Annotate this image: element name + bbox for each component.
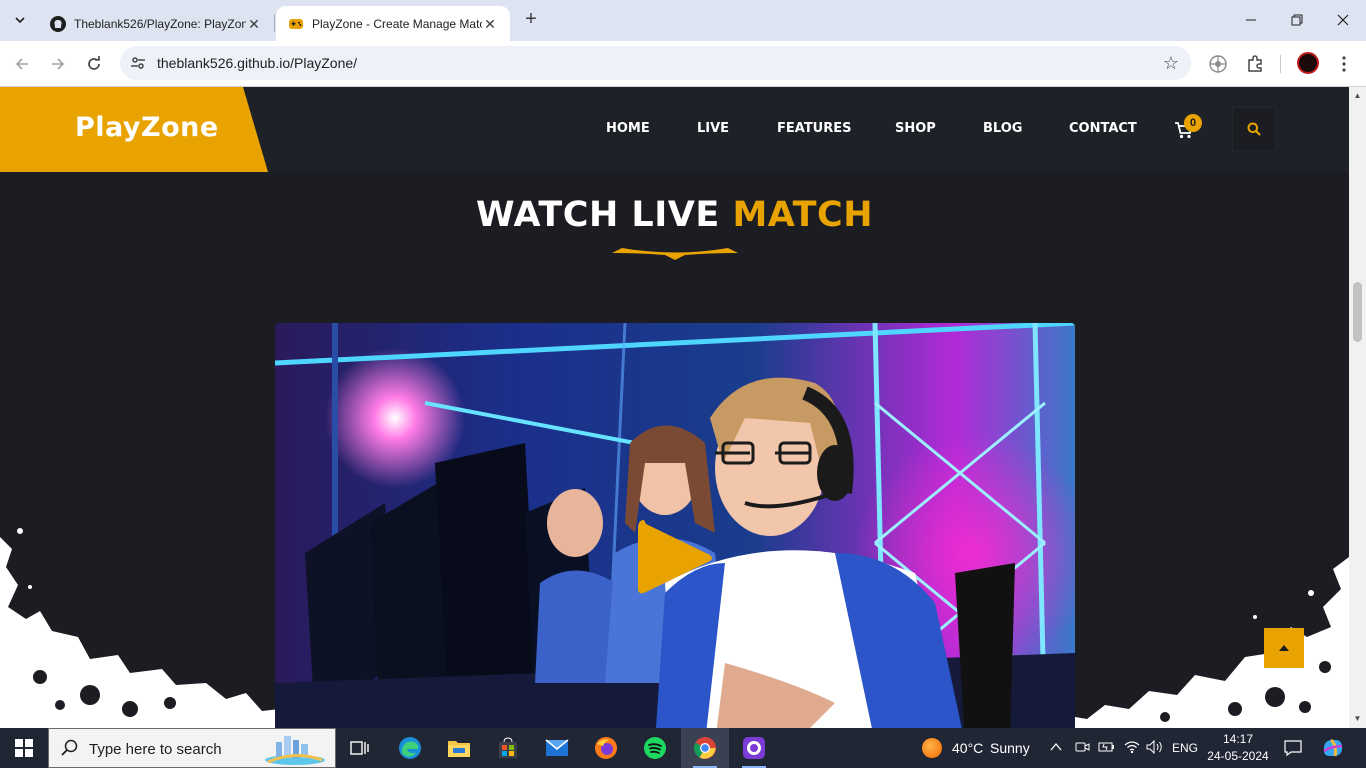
chrome-icon [694,737,716,759]
reload-icon [88,56,100,70]
tab-github-repo[interactable]: Theblank526/PlayZone: PlayZone ✕ [38,6,274,41]
folder-icon [448,741,470,757]
scroll-up-arrow-icon[interactable]: ▲ [1353,91,1362,100]
bookmark-star-icon[interactable]: ☆ [1163,53,1179,74]
edge-icon [399,737,421,759]
close-tab-icon[interactable]: ✕ [246,16,262,32]
firefox-icon [595,737,617,759]
arrow-left-icon [15,58,28,70]
paint-splatter-left [0,528,280,728]
close-window-button[interactable] [1320,6,1366,34]
scroll-down-arrow-icon[interactable]: ▼ [1353,714,1362,723]
task-view-icon [350,741,369,755]
extension-icon[interactable] [1206,52,1230,76]
back-button[interactable] [9,51,35,77]
nav-shop[interactable]: SHOP [895,121,936,136]
cart-count-badge: 0 [1184,114,1202,132]
address-bar[interactable]: theblank526.github.io/PlayZone/ ☆ [120,46,1191,80]
close-tab-icon[interactable]: ✕ [482,16,498,32]
tab-title: PlayZone - Create Manage Match [312,16,482,31]
taskbar-chrome[interactable] [681,728,729,768]
minimize-icon [1246,19,1256,21]
tab-search-button[interactable] [8,8,32,32]
search-icon [61,739,78,756]
page-viewport: PlayZone HOME LIVE FEATURES SHOP BLOG CO… [0,87,1349,728]
new-tab-button[interactable]: + [520,9,542,31]
search-icon [1247,122,1261,136]
browser-toolbar: theblank526.github.io/PlayZone/ ☆ [0,41,1366,87]
taskbar-firefox[interactable] [582,728,630,768]
caret-up-icon [1279,645,1289,651]
spotify-icon [644,737,666,759]
section-title: WATCH LIVE MATCH [0,195,1349,235]
show-hidden-icons-chevron-icon[interactable] [1050,742,1062,752]
clock-time: 14:17 [1222,732,1254,746]
tab-playzone[interactable]: PlayZone - Create Manage Match ✕ [276,6,510,41]
weather-condition[interactable]: Sunny [990,740,1030,756]
nav-features[interactable]: FEATURES [777,121,852,136]
taskbar-store[interactable] [484,728,532,768]
site-header: PlayZone HOME LIVE FEATURES SHOP BLOG CO… [0,87,1349,172]
clock-date: 24-05-2024 [1207,749,1269,763]
section-title-main: WATCH LIVE [475,195,720,235]
github-desktop-icon [743,737,765,759]
tab-title: Theblank526/PlayZone: PlayZone [74,16,246,31]
site-logo[interactable]: PlayZone [75,112,219,143]
scroll-to-top-button[interactable] [1264,628,1304,668]
wifi-icon[interactable] [1124,740,1140,754]
scrollbar-thumb[interactable] [1353,282,1362,342]
task-view-button[interactable] [336,728,384,768]
paint-splatter-right [1075,557,1349,728]
toolbar-divider [1280,55,1281,73]
start-button[interactable] [0,728,48,768]
close-icon [1337,14,1349,26]
chevron-down-icon [15,17,25,24]
url-text: theblank526.github.io/PlayZone/ [157,55,358,71]
play-icon[interactable] [636,514,716,602]
more-menu-icon[interactable] [1332,52,1356,76]
windows-logo-icon [15,739,33,757]
taskbar-file-explorer[interactable] [435,728,483,768]
copilot-icon[interactable] [1321,737,1345,759]
windows-taskbar: Type here to search 40°C Sunny ENG 14:17… [0,728,1366,768]
gamepad-icon [288,16,304,32]
taskbar-spotify[interactable] [631,728,679,768]
browser-tab-strip: Theblank526/PlayZone: PlayZone ✕ PlayZon… [0,0,1366,41]
battery-icon[interactable] [1098,740,1116,754]
nav-live[interactable]: LIVE [697,121,729,136]
github-icon [50,15,66,32]
tab-separator [274,14,275,32]
taskbar-clock[interactable]: 14:17 24-05-2024 [1204,731,1272,765]
taskbar-mail[interactable] [533,728,581,768]
restore-icon [1291,14,1303,26]
weather-temperature[interactable]: 40°C [952,740,983,756]
section-title-accent: MATCH [732,195,873,235]
meet-now-icon[interactable] [1074,739,1090,755]
mail-icon [545,739,569,756]
profile-avatar[interactable] [1297,52,1319,74]
search-highlight-city-icon [265,736,325,765]
forward-button[interactable] [45,51,71,77]
search-placeholder: Type here to search [89,741,222,758]
minimize-button[interactable] [1228,6,1274,34]
nav-blog[interactable]: BLOG [983,121,1022,136]
taskbar-github-desktop[interactable] [730,728,778,768]
title-divider-ornament [612,248,738,260]
taskbar-edge[interactable] [386,728,434,768]
extensions-puzzle-icon[interactable] [1243,52,1267,76]
arrow-right-icon [52,58,65,70]
search-button[interactable] [1233,108,1275,150]
input-language[interactable]: ENG [1172,741,1198,755]
nav-contact[interactable]: CONTACT [1069,121,1137,136]
notifications-icon[interactable] [1284,739,1302,757]
volume-icon[interactable] [1146,740,1164,754]
nav-home[interactable]: HOME [606,121,650,136]
reload-button[interactable] [81,51,107,77]
weather-sun-icon[interactable] [922,738,942,758]
site-settings-icon[interactable] [130,55,146,71]
microsoft-store-icon [499,737,517,758]
restore-button[interactable] [1274,6,1320,34]
page-scrollbar[interactable]: ▲ ▼ [1349,87,1366,728]
